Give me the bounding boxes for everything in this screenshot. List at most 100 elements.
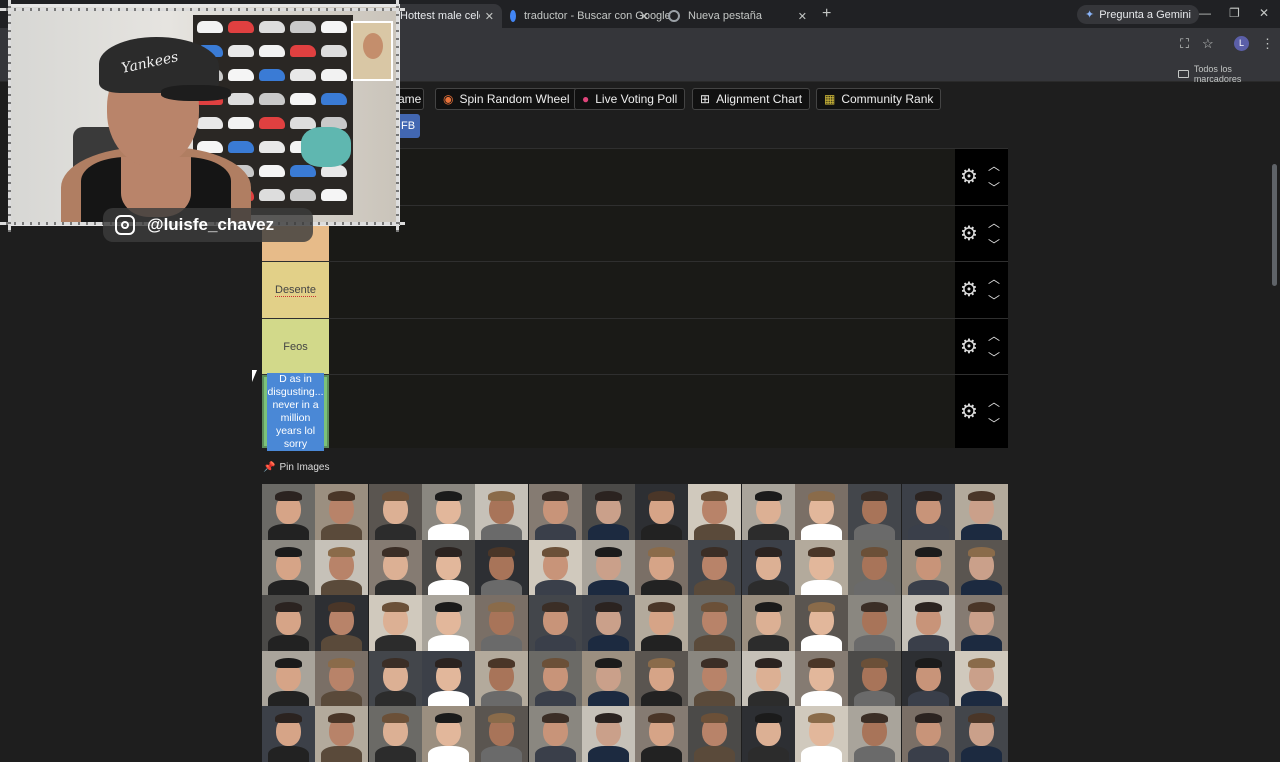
tier-item-image[interactable] [635, 539, 689, 596]
tier-item-image[interactable] [368, 706, 422, 762]
close-tab-icon[interactable]: ✕ [798, 10, 807, 23]
page-scrollbar[interactable] [1272, 164, 1277, 286]
tier-label[interactable]: Desente [262, 262, 329, 318]
bookmark-star-icon[interactable]: ☆ [1202, 36, 1214, 52]
translate-icon[interactable]: ⛶ [1180, 36, 1189, 52]
profile-avatar[interactable]: L [1234, 36, 1249, 51]
tier-item-image[interactable] [954, 539, 1008, 596]
tier-item-image[interactable] [741, 706, 795, 762]
tier-item-image[interactable] [741, 650, 795, 707]
tier-item-image[interactable] [528, 650, 582, 707]
tier-item-image[interactable] [262, 484, 315, 540]
gemini-button[interactable]: ✦ Pregunta a Gemini [1077, 5, 1199, 24]
tier-item-image[interactable] [421, 484, 475, 540]
tier-item-image[interactable] [688, 484, 742, 540]
minimize-icon[interactable]: — [1199, 6, 1211, 20]
tier-item-image[interactable] [581, 484, 635, 540]
tier-item-image[interactable] [262, 539, 315, 596]
tier-item-image[interactable] [315, 539, 369, 596]
tier-item-image[interactable] [635, 595, 689, 651]
tier-item-image[interactable] [262, 595, 315, 651]
tier-drop-zone[interactable] [329, 319, 955, 374]
tier-item-image[interactable] [795, 484, 848, 540]
tier-item-image[interactable] [421, 706, 475, 762]
tier-item-image[interactable] [315, 484, 369, 540]
tier-item-image[interactable] [901, 539, 955, 596]
chevron-up-icon[interactable]: ︿ [988, 270, 1000, 287]
tier-item-image[interactable] [581, 650, 635, 707]
alignment-chart-button[interactable]: ⊞ Alignment Chart [692, 88, 811, 110]
tier-item-image[interactable] [795, 539, 848, 596]
gear-icon[interactable]: ⚙ [959, 167, 979, 187]
pin-images-toggle[interactable]: 📌 Pin Images [263, 462, 329, 473]
tier-item-image[interactable] [262, 650, 315, 707]
tier-item-image[interactable] [368, 539, 422, 596]
tier-item-image[interactable] [475, 595, 529, 651]
tier-item-image[interactable] [848, 595, 902, 651]
chevron-up-icon[interactable]: ︿ [988, 393, 1000, 410]
tier-item-image[interactable] [421, 650, 475, 707]
spin-random-wheel-button[interactable]: ◉ Spin Random Wheel [435, 88, 578, 110]
close-window-icon[interactable]: ✕ [1259, 6, 1269, 20]
tier-item-image[interactable] [528, 595, 582, 651]
tier-item-image[interactable] [581, 539, 635, 596]
tier-item-image[interactable] [901, 484, 955, 540]
tier-item-image[interactable] [635, 706, 689, 762]
tier-item-image[interactable] [528, 706, 582, 762]
tier-item-image[interactable] [848, 650, 902, 707]
tier-item-image[interactable] [368, 650, 422, 707]
tier-item-image[interactable] [795, 706, 848, 762]
gear-icon[interactable]: ⚙ [959, 402, 979, 422]
close-tab-icon[interactable]: ✕ [485, 10, 494, 23]
tier-item-image[interactable] [528, 484, 582, 540]
tier-item-image[interactable] [262, 706, 315, 762]
tier-drop-zone[interactable] [329, 262, 955, 318]
menu-dots-icon[interactable]: ⋮ [1261, 36, 1274, 52]
tier-item-image[interactable] [421, 539, 475, 596]
tier-item-image[interactable] [315, 595, 369, 651]
tier-item-image[interactable] [795, 595, 848, 651]
live-voting-poll-button[interactable]: ● Live Voting Poll [574, 88, 686, 110]
tier-item-image[interactable] [475, 706, 529, 762]
chevron-up-icon[interactable]: ︿ [988, 214, 1000, 231]
tier-item-image[interactable] [315, 650, 369, 707]
tier-item-image[interactable] [954, 595, 1008, 651]
tier-item-image[interactable] [741, 484, 795, 540]
chevron-down-icon[interactable]: ﹀ [988, 292, 1000, 309]
tier-item-image[interactable] [954, 484, 1008, 540]
tier-item-image[interactable] [954, 650, 1008, 707]
tier-item-image[interactable] [901, 706, 955, 762]
new-tab-icon[interactable]: + [822, 5, 831, 23]
tier-item-image[interactable] [901, 595, 955, 651]
gear-icon[interactable]: ⚙ [959, 224, 979, 244]
tier-item-image[interactable] [741, 595, 795, 651]
tier-item-image[interactable] [475, 539, 529, 596]
chevron-up-icon[interactable]: ︿ [988, 157, 1000, 174]
tier-item-image[interactable] [848, 539, 902, 596]
close-tab-icon[interactable]: ✕ [640, 10, 649, 23]
chevron-down-icon[interactable]: ﹀ [988, 179, 1000, 196]
tier-item-image[interactable] [528, 539, 582, 596]
tier-item-image[interactable] [954, 706, 1008, 762]
gear-icon[interactable]: ⚙ [959, 280, 979, 300]
tier-item-image[interactable] [688, 595, 742, 651]
tier-drop-zone[interactable] [329, 149, 955, 205]
tier-drop-zone[interactable] [329, 375, 955, 448]
tier-label[interactable]: D as in disgusting... never in a million… [262, 372, 329, 451]
tier-item-image[interactable] [688, 650, 742, 707]
chevron-up-icon[interactable]: ︿ [988, 327, 1000, 344]
tier-item-image[interactable] [901, 650, 955, 707]
tier-item-image[interactable] [688, 706, 742, 762]
tier-item-image[interactable] [315, 706, 369, 762]
tab-nueva-pestana[interactable]: Nueva pestaña ✕ [660, 4, 815, 28]
tier-item-image[interactable] [475, 484, 529, 540]
tab-hottest-male[interactable]: Hottest male celebriti ✕ [392, 4, 502, 28]
tier-item-image[interactable] [741, 539, 795, 596]
chevron-down-icon[interactable]: ﹀ [988, 415, 1000, 432]
tier-label[interactable]: Feos [262, 319, 329, 374]
tier-item-image[interactable] [368, 484, 422, 540]
tier-item-image[interactable] [635, 650, 689, 707]
community-rank-button[interactable]: ▦ Community Rank [816, 88, 942, 110]
tier-item-image[interactable] [368, 595, 422, 651]
tier-item-image[interactable] [475, 650, 529, 707]
